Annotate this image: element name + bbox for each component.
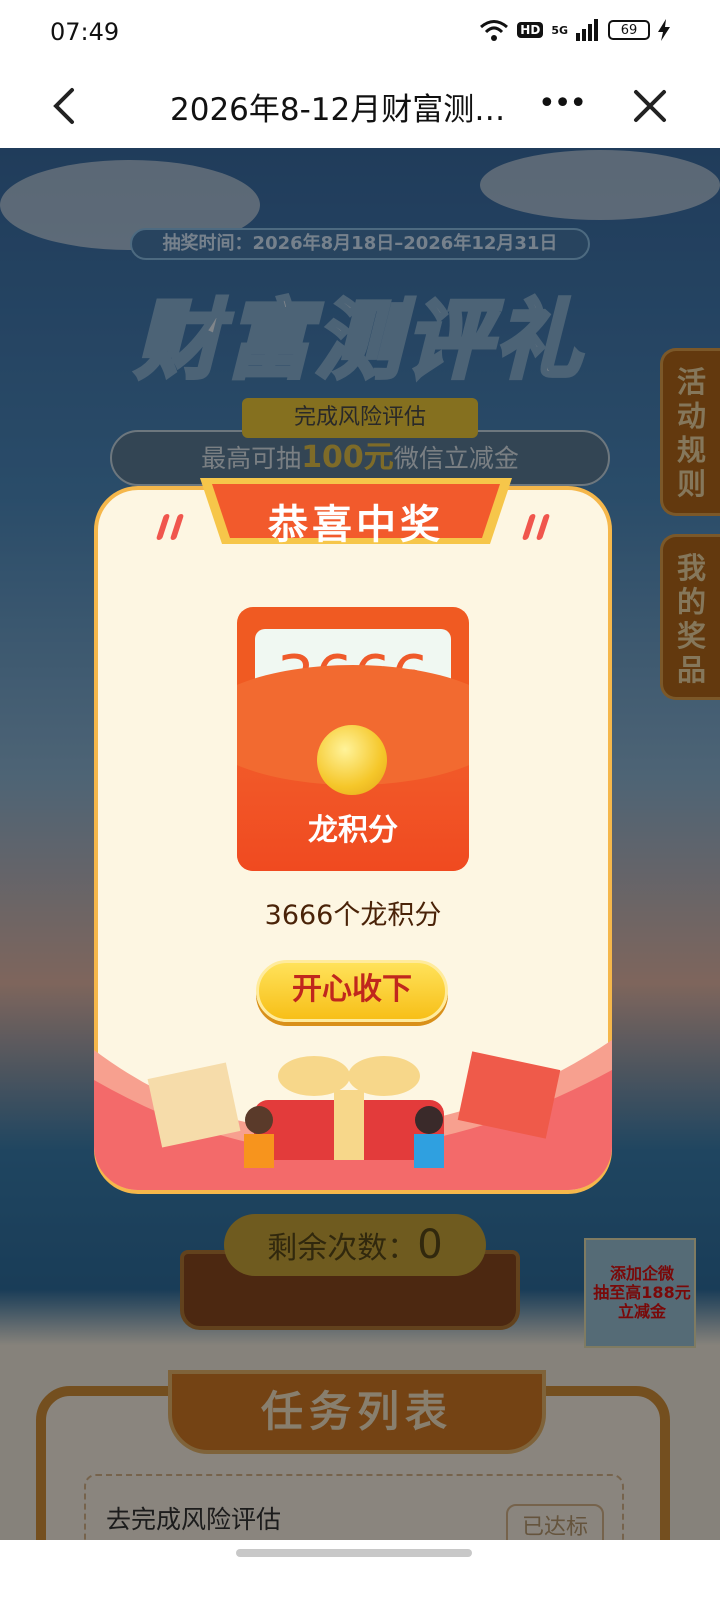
wifi-icon [480,20,509,41]
home-indicator[interactable] [236,1549,472,1557]
charging-icon [658,19,670,41]
status-bar: 07:49 HD 5G 69 [0,0,720,64]
nav-bar: 2026年8-12月财富测… ••• [0,64,720,148]
accept-button[interactable]: 开心收下 [256,960,448,1022]
page-title: 2026年8-12月财富测… [170,92,506,128]
status-time: 07:49 [50,18,120,46]
more-icon[interactable]: ••• [538,86,587,121]
status-icons: HD 5G 69 [479,18,670,42]
prize-description: 3666个龙积分 [264,900,442,931]
close-icon[interactable] [630,86,670,126]
network-label: 5G [551,23,568,37]
prize-image: 3666 龙积分 [237,607,469,871]
coin-icon [317,725,387,795]
modal-title: 恭喜中奖 [268,502,444,548]
signal-icon [576,19,598,41]
battery-icon: 69 [608,20,650,40]
back-icon[interactable] [46,84,86,128]
prize-unit: 龙积分 [308,813,398,848]
gift-illustration [94,1040,612,1190]
hd-icon: HD [517,22,544,38]
